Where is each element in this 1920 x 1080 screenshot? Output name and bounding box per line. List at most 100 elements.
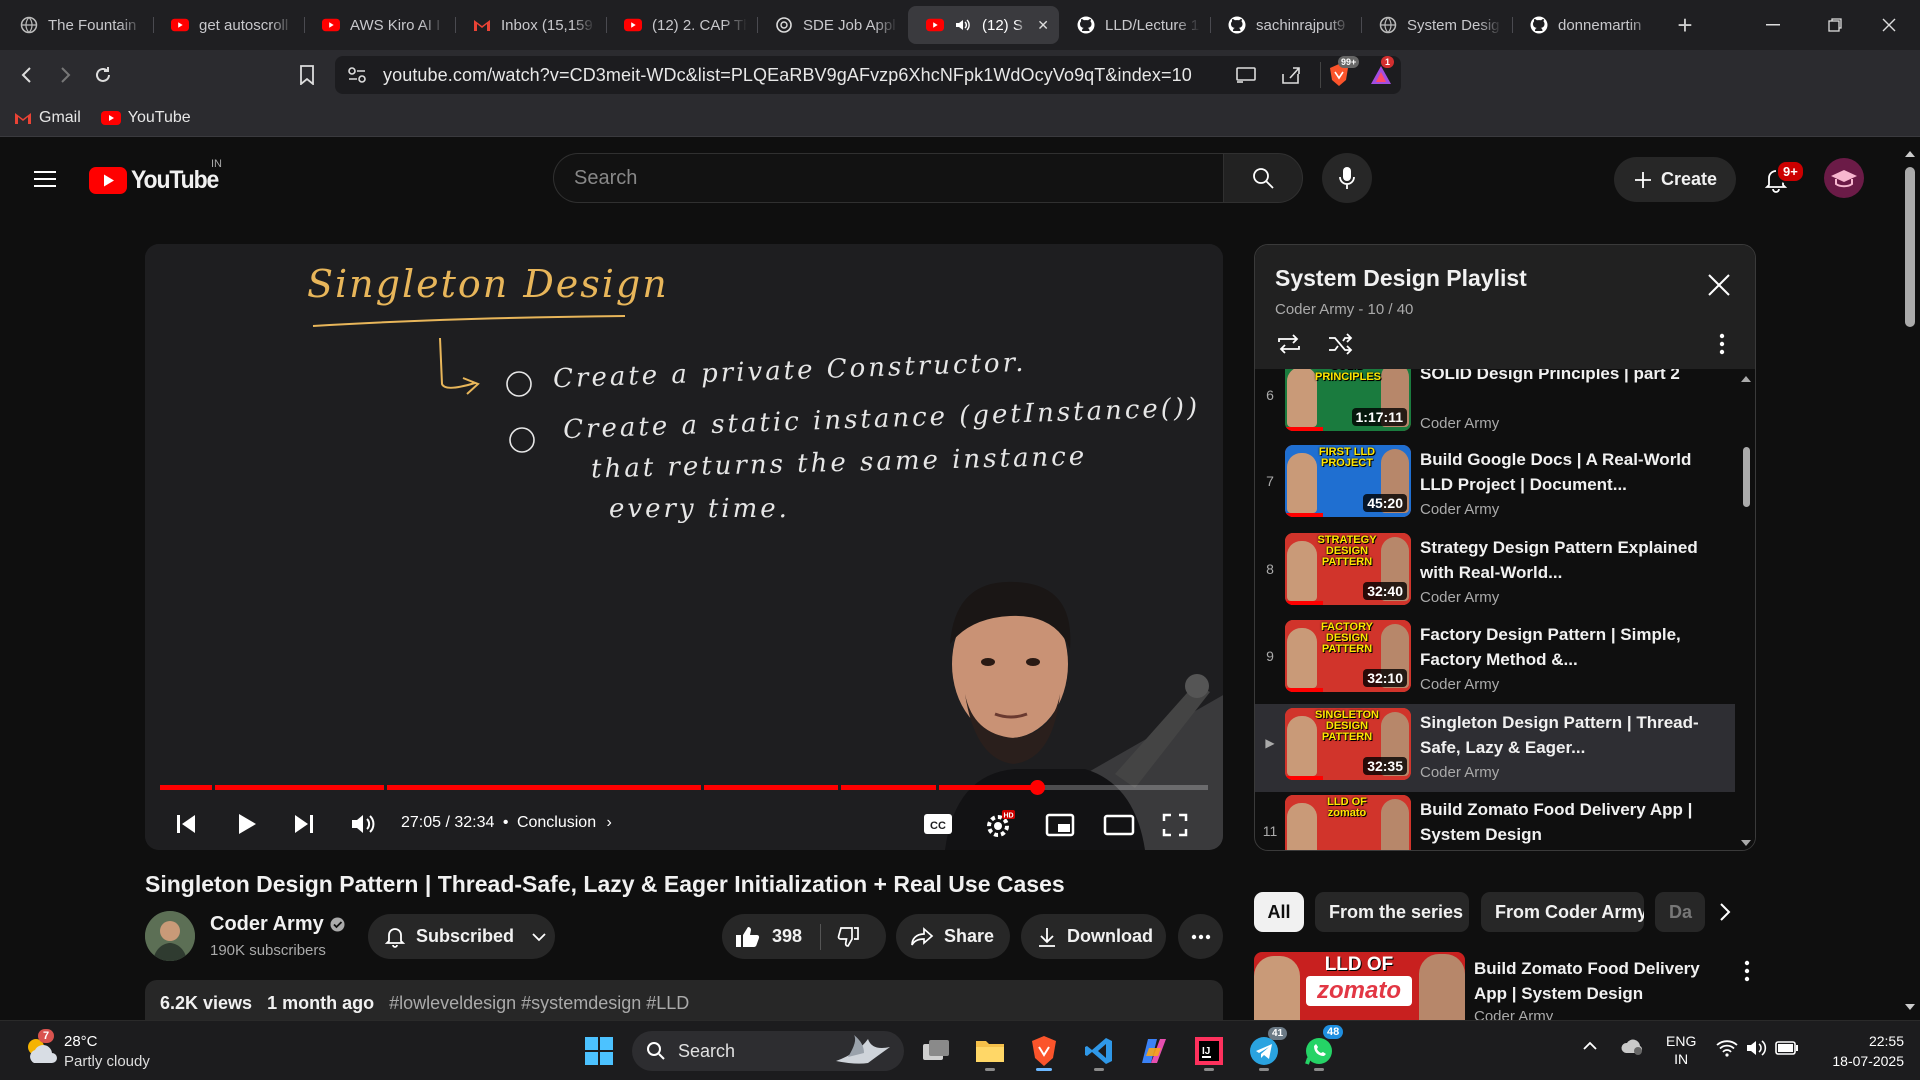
forward-icon[interactable]	[46, 56, 84, 94]
like-button[interactable]: 398	[722, 923, 821, 950]
fullscreen-icon[interactable]	[1162, 813, 1188, 837]
browser-tab[interactable]: LLD/Lecture 1	[1059, 6, 1210, 44]
file-explorer-icon[interactable]	[968, 1029, 1012, 1073]
search-box[interactable]	[553, 153, 1223, 203]
volume-icon[interactable]	[350, 813, 376, 835]
playlist-item[interactable]: 9 FACTORY DESIGN PATTERN 32:10 Factory Desi…	[1255, 616, 1735, 704]
copilot-icon[interactable]	[1132, 1029, 1176, 1073]
browser-tab[interactable]: AWS Kiro AI I	[304, 6, 455, 44]
close-window-icon[interactable]	[1858, 0, 1920, 50]
bookmark-youtube[interactable]: YouTube	[100, 109, 191, 127]
chip-all[interactable]: All	[1254, 892, 1304, 932]
playlist-scroll-thumb[interactable]	[1743, 447, 1750, 507]
brave-browser-icon[interactable]	[1022, 1029, 1066, 1073]
playlist-item[interactable]: 7 FIRST LLD PROJECT 45:20 Build Google Docs…	[1255, 441, 1735, 529]
description-box[interactable]: 6.2K views 1 month ago #lowleveldesign #…	[145, 980, 1223, 1020]
language-indicator[interactable]: ENG IN	[1666, 1032, 1696, 1068]
rec-thumbnail[interactable]: LLD OF zomato	[1254, 952, 1465, 1022]
browser-tab[interactable]: get autoscroll	[153, 6, 304, 44]
clock[interactable]: 22:55 18-07-2025	[1808, 1031, 1904, 1071]
new-tab-button[interactable]: +	[1663, 6, 1707, 44]
browser-tab[interactable]: donnemartin	[1512, 6, 1663, 44]
dislike-button[interactable]	[821, 926, 861, 948]
browser-tab[interactable]: SDE Job Appl	[757, 6, 908, 44]
start-button[interactable]	[577, 1029, 621, 1073]
browser-tab[interactable]: The Fountain	[2, 6, 153, 44]
chips-next-icon[interactable]	[1718, 902, 1732, 922]
share-button[interactable]: Share	[896, 914, 1010, 959]
theater-mode-icon[interactable]	[1103, 813, 1135, 837]
shuffle-icon[interactable]	[1327, 332, 1355, 356]
playlist-item-thumbnail[interactable]: SINGLETON DESIGN PATTERN 32:35	[1285, 708, 1411, 780]
close-playlist-icon[interactable]	[1707, 273, 1731, 297]
browser-tab[interactable]: Inbox (15,159	[455, 6, 606, 44]
notifications-button[interactable]: 9+	[1752, 156, 1805, 204]
search-input[interactable]	[574, 166, 1223, 190]
vscode-icon[interactable]	[1077, 1029, 1121, 1073]
tab-close-icon[interactable]: ✕	[1037, 17, 1049, 34]
recommendation-item[interactable]: LLD OF zomato Build Zomato Food Delivery…	[1254, 952, 1756, 1022]
playlist-item[interactable]: 8 STRATEGY DESIGN PATTERN 32:40 Strategy De…	[1255, 529, 1735, 617]
telegram-icon[interactable]: 41	[1242, 1027, 1288, 1073]
tray-overflow-icon[interactable]	[1582, 1041, 1598, 1051]
search-button[interactable]	[1223, 153, 1303, 203]
download-button[interactable]: Download	[1021, 914, 1166, 959]
intellij-icon[interactable]: IJ	[1187, 1029, 1231, 1073]
channel-avatar[interactable]	[145, 911, 195, 961]
channel-name-link[interactable]: Coder Army	[210, 913, 345, 936]
loop-icon[interactable]	[1275, 332, 1303, 356]
page-scroll-thumb[interactable]	[1905, 167, 1915, 327]
bookmark-gmail[interactable]: Gmail	[14, 109, 81, 127]
playlist-item-thumbnail[interactable]: FIRST LLD PROJECT 45:20	[1285, 445, 1411, 517]
playlist-scrollbar[interactable]	[1737, 369, 1755, 850]
chip-from-coder-army[interactable]: From Coder Army	[1481, 892, 1644, 932]
create-button[interactable]: Create	[1614, 157, 1736, 202]
playlist-title[interactable]: System Design Playlist	[1275, 265, 1527, 292]
battery-icon[interactable]	[1775, 1040, 1799, 1056]
playlist-item-thumbnail[interactable]: LLD OF zomato	[1285, 795, 1411, 850]
playlist-item-thumbnail[interactable]: STRATEGY DESIGN PATTERN 32:40	[1285, 533, 1411, 605]
settings-gear-icon[interactable]: HD	[985, 810, 1015, 840]
browser-tab[interactable]: (12) 2. CAP Th	[606, 6, 757, 44]
playlist-item[interactable]: 6 SOLID PRINCIPLES 1:17:11 SOLID Design Pri…	[1255, 369, 1735, 443]
avatar[interactable]	[1824, 158, 1864, 198]
tab-audio-icon[interactable]	[954, 16, 972, 34]
playlist-item-thumbnail[interactable]: SOLID PRINCIPLES 1:17:11	[1285, 369, 1411, 431]
cast-icon[interactable]	[1235, 65, 1257, 85]
browser-tab[interactable]: sachinrajput9	[1210, 6, 1361, 44]
address-bar[interactable]: youtube.com/watch?v=CD3meit-WDc&list=PLQ…	[335, 56, 1401, 94]
captions-icon[interactable]: CC	[923, 812, 953, 836]
chip-from-series[interactable]: From the series	[1315, 892, 1469, 932]
playlist-menu-icon[interactable]	[1719, 333, 1725, 355]
rec-menu-icon[interactable]	[1744, 960, 1750, 982]
wifi-icon[interactable]	[1716, 1039, 1738, 1057]
progress-bar[interactable]	[160, 780, 1208, 795]
guide-menu-icon[interactable]	[26, 161, 64, 197]
bookmark-icon[interactable]	[288, 56, 326, 94]
miniplayer-icon[interactable]	[1045, 813, 1075, 837]
previous-icon[interactable]	[175, 813, 197, 835]
video-player[interactable]: Singleton Design Create a private Constr…	[145, 244, 1223, 850]
chip-truncated[interactable]: Da	[1655, 892, 1705, 932]
subscribed-button[interactable]: Subscribed	[368, 914, 555, 959]
speaker-icon[interactable]	[1745, 1038, 1767, 1058]
taskbar-search[interactable]: Search	[632, 1031, 904, 1071]
browser-tab[interactable]: System Desig	[1361, 6, 1512, 44]
weather-widget[interactable]: 7 28°C Partly cloudy	[22, 1029, 232, 1073]
playlist-item[interactable]: ▶ SINGLETON DESIGN PATTERN 32:35 Singleton …	[1255, 704, 1735, 792]
playlist-item[interactable]: 11 LLD OF zomato Build Zomato Food Deliver…	[1255, 791, 1735, 850]
whatsapp-icon[interactable]: 48	[1297, 1025, 1344, 1073]
youtube-logo[interactable]: YouTube IN	[89, 158, 226, 195]
time-chapter[interactable]: 27:05 / 32:34 • Conclusion ›	[401, 814, 612, 832]
playlist-item-thumbnail[interactable]: FACTORY DESIGN PATTERN 32:10	[1285, 620, 1411, 692]
play-icon[interactable]	[237, 813, 257, 835]
minimize-icon[interactable]	[1742, 0, 1804, 50]
voice-search-button[interactable]	[1322, 153, 1372, 203]
share-page-icon[interactable]	[1280, 65, 1302, 85]
hashtags[interactable]: #lowleveldesign #systemdesign #LLD	[389, 993, 689, 1013]
next-icon[interactable]	[293, 813, 315, 835]
page-scrollbar[interactable]	[1900, 137, 1920, 1020]
restore-icon[interactable]	[1804, 0, 1866, 50]
reload-icon[interactable]	[84, 56, 122, 94]
more-actions-button[interactable]	[1178, 914, 1223, 959]
